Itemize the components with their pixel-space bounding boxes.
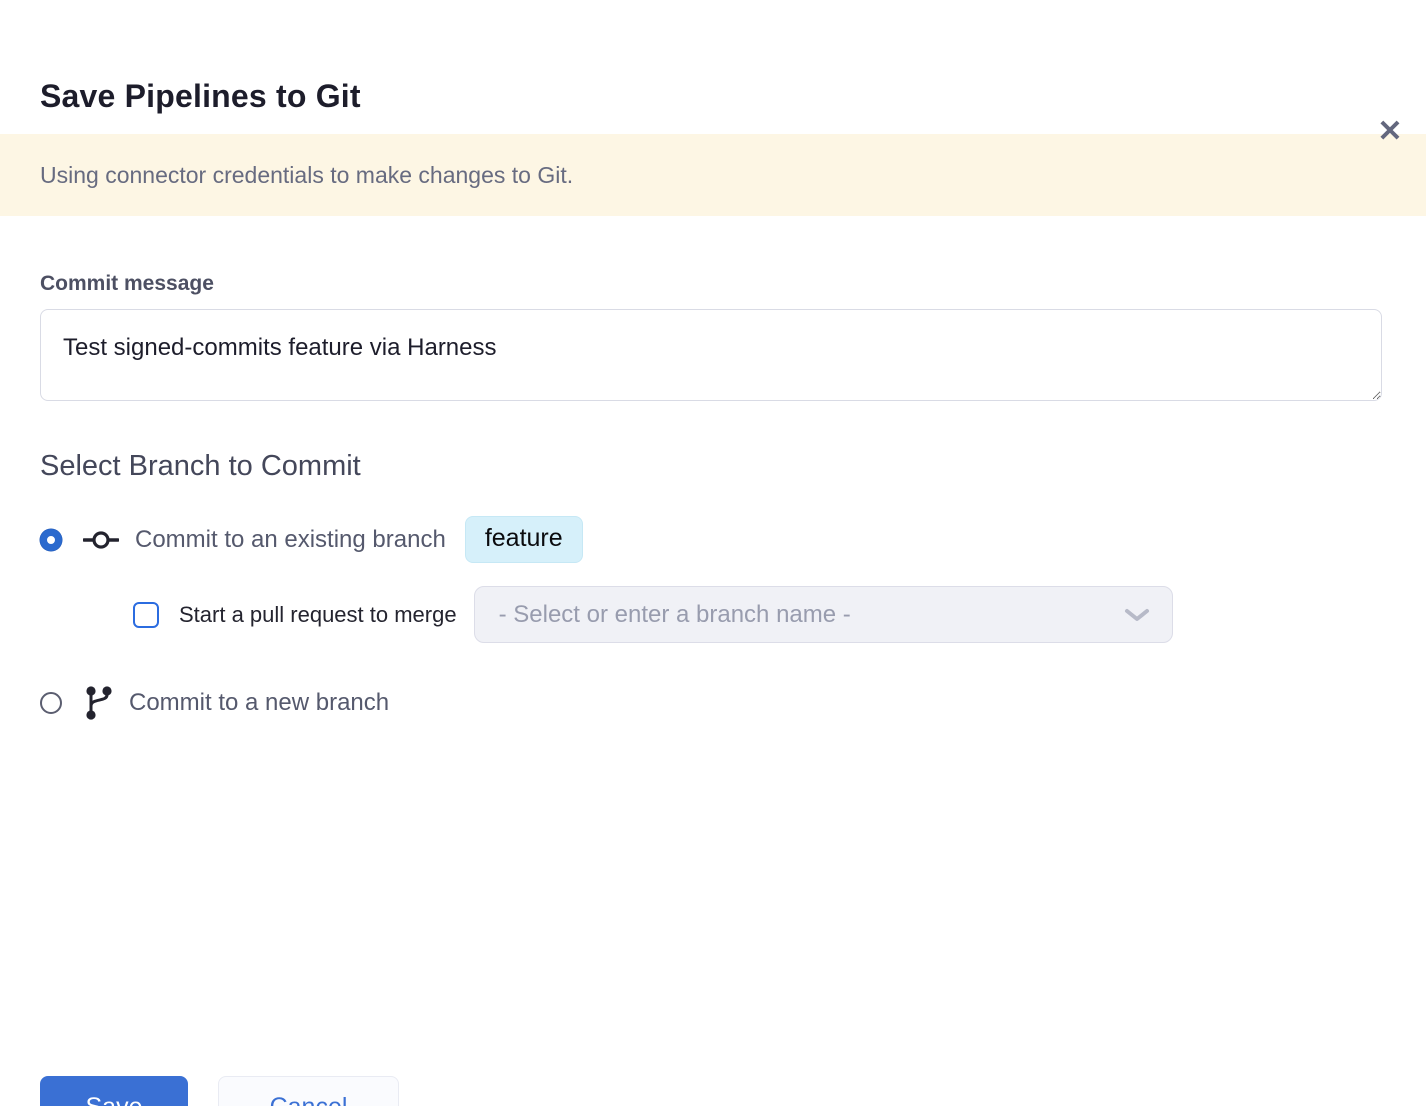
modal-content: Commit message Test signed-commits featu… [0,272,1426,722]
selected-branch-badge[interactable]: feature [465,516,583,563]
page-title: Save Pipelines to Git [40,76,1426,116]
info-banner: Using connector credentials to make chan… [0,134,1426,216]
select-branch-heading: Select Branch to Commit [40,450,1386,483]
modal-footer: Save Cancel [40,1076,399,1106]
existing-branch-label: Commit to an existing branch [135,526,446,554]
git-branch-icon [83,684,113,722]
chevron-down-icon [1124,607,1150,623]
target-branch-placeholder: - Select or enter a branch name - [499,601,1124,629]
save-button[interactable]: Save [40,1076,188,1106]
close-icon[interactable]: ✕ [1370,112,1410,152]
existing-branch-option: Commit to an existing branch feature [40,516,1386,563]
commit-message-input[interactable]: Test signed-commits feature via Harness [40,309,1382,401]
commit-message-label: Commit message [40,272,1386,296]
new-branch-option: Commit to a new branch [40,684,1386,722]
pull-request-label: Start a pull request to merge [179,602,457,628]
info-banner-text: Using connector credentials to make chan… [40,162,573,189]
git-commit-icon [83,528,119,552]
pull-request-checkbox[interactable] [133,602,159,628]
existing-branch-radio[interactable] [40,529,62,551]
new-branch-label: Commit to a new branch [129,689,389,717]
pull-request-row: Start a pull request to merge - Select o… [133,586,1386,643]
cancel-button[interactable]: Cancel [218,1076,399,1106]
save-pipelines-modal: ✕ Save Pipelines to Git Using connector … [0,76,1426,1106]
target-branch-select[interactable]: - Select or enter a branch name - [474,586,1173,643]
new-branch-radio[interactable] [40,692,62,714]
